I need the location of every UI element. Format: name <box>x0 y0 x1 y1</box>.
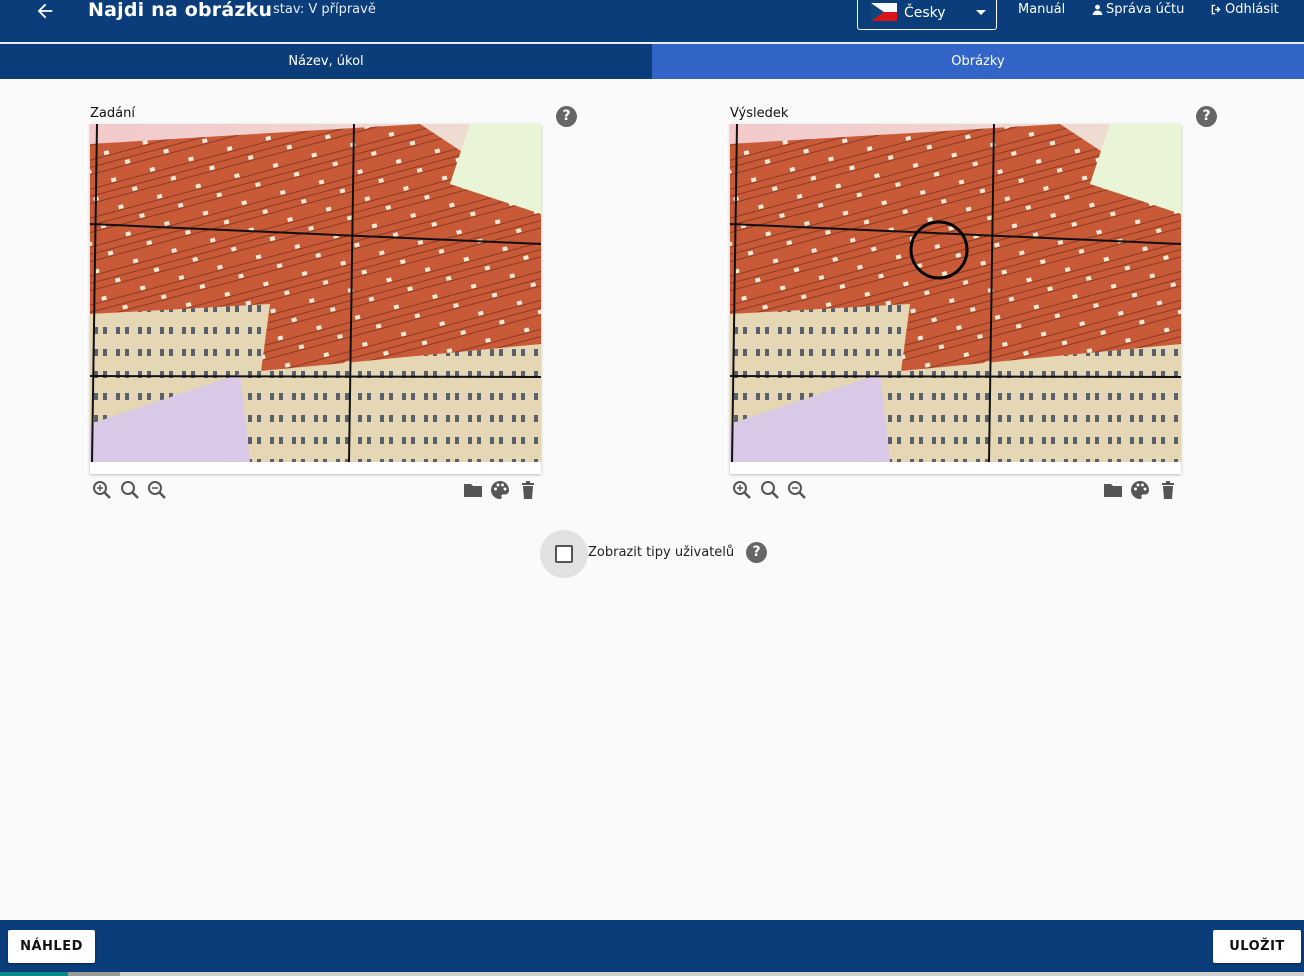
panel-label-assignment: Zadání <box>90 106 135 121</box>
panel-label-result: Výsledek <box>730 106 789 121</box>
logout-icon <box>1211 4 1221 15</box>
language-select[interactable]: Česky <box>857 0 997 30</box>
strip-segment <box>68 972 120 976</box>
tab-images[interactable]: Obrázky <box>652 44 1304 79</box>
assignment-image[interactable] <box>90 124 541 462</box>
show-tips-checkbox[interactable] <box>540 530 588 578</box>
logout-label: Odhlásit <box>1225 2 1279 17</box>
chevron-down-icon <box>976 10 986 15</box>
folder-icon[interactable] <box>1103 480 1123 500</box>
trash-icon[interactable] <box>1158 480 1178 500</box>
language-label: Česky <box>904 5 946 21</box>
app-header: Najdi na obrázku stav: V přípravě Česky … <box>0 0 1304 42</box>
zoom-in-icon[interactable] <box>120 480 140 500</box>
zoom-in-icon[interactable] <box>760 480 780 500</box>
manual-label: Manuál <box>1018 2 1066 17</box>
logout-link[interactable]: Odhlásit <box>1211 2 1279 17</box>
help-icon[interactable]: ? <box>1196 106 1217 127</box>
arrow-left-icon[interactable] <box>34 0 56 22</box>
palette-icon[interactable] <box>1130 480 1150 500</box>
zoom-fit-icon[interactable] <box>732 480 752 500</box>
manual-link[interactable]: Manuál <box>1018 2 1065 17</box>
folder-icon[interactable] <box>463 480 483 500</box>
bottom-strip <box>0 972 1304 976</box>
page-title: Najdi na obrázku <box>88 0 273 21</box>
account-label: Správa účtu <box>1106 2 1185 17</box>
result-image[interactable] <box>730 124 1181 462</box>
zoom-out-icon[interactable] <box>147 480 167 500</box>
strip-accent <box>0 972 68 976</box>
account-link[interactable]: Správa účtu <box>1092 2 1184 17</box>
help-icon[interactable]: ? <box>556 106 577 127</box>
show-tips-label[interactable]: Zobrazit tipy uživatelů <box>588 545 734 560</box>
result-image-frame <box>730 124 1181 474</box>
preview-button[interactable]: NÁHLED <box>8 930 95 963</box>
zoom-out-icon[interactable] <box>787 480 807 500</box>
tab-name-task[interactable]: Název, úkol <box>0 44 652 79</box>
palette-icon[interactable] <box>490 480 510 500</box>
user-icon <box>1092 4 1103 15</box>
trash-icon[interactable] <box>518 480 538 500</box>
checkbox-box[interactable] <box>555 545 573 563</box>
footer-bar <box>0 920 1304 976</box>
zoom-fit-icon[interactable] <box>92 480 112 500</box>
help-icon[interactable]: ? <box>746 542 767 563</box>
tab-bar: Název, úkol Obrázky <box>0 44 1304 79</box>
czech-flag-icon <box>871 3 897 21</box>
save-button[interactable]: ULOŽIT <box>1213 930 1301 963</box>
assignment-image-frame <box>90 124 541 474</box>
status-text: stav: V přípravě <box>273 2 376 17</box>
